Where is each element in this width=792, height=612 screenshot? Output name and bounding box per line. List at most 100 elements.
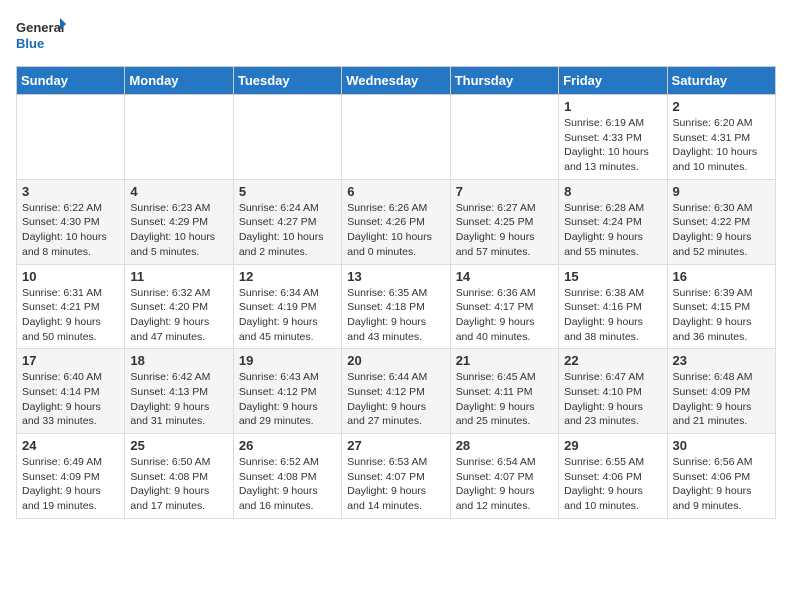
day-number: 23 [673, 353, 770, 368]
weekday-header: Monday [125, 67, 233, 95]
day-number: 26 [239, 438, 336, 453]
weekday-header: Saturday [667, 67, 775, 95]
day-number: 7 [456, 184, 553, 199]
header: GeneralBlue [16, 16, 776, 56]
calendar-week-row: 1 Sunrise: 6:19 AMSunset: 4:33 PMDaylight… [17, 95, 776, 180]
day-number: 11 [130, 269, 227, 284]
day-number: 27 [347, 438, 444, 453]
day-info: Sunrise: 6:35 AMSunset: 4:18 PMDaylight:… [347, 286, 444, 345]
calendar-week-row: 3 Sunrise: 6:22 AMSunset: 4:30 PMDaylight… [17, 179, 776, 264]
calendar-cell: 17Sunrise: 6:40 AMSunset: 4:14 PMDayligh… [17, 349, 125, 434]
logo-icon: GeneralBlue [16, 16, 66, 56]
day-info: Sunrise: 6:40 AMSunset: 4:14 PMDaylight:… [22, 370, 119, 429]
calendar-cell: 12 Sunrise: 6:34 AMSunset: 4:19 PMDayligh… [233, 264, 341, 349]
day-number: 1 [564, 99, 661, 114]
svg-text:General: General [16, 20, 64, 35]
weekday-header: Sunday [17, 67, 125, 95]
calendar-cell: 11 Sunrise: 6:32 AMSunset: 4:20 PMDayligh… [125, 264, 233, 349]
calendar-cell: 6 Sunrise: 6:26 AMSunset: 4:26 PMDaylight… [342, 179, 450, 264]
day-info: Sunrise: 6:22 AMSunset: 4:30 PMDaylight:… [22, 201, 119, 260]
day-info: Sunrise: 6:52 AMSunset: 4:08 PMDaylight:… [239, 455, 336, 514]
day-number: 15 [564, 269, 661, 284]
day-info: Sunrise: 6:24 AMSunset: 4:27 PMDaylight:… [239, 201, 336, 260]
calendar-cell: 30 Sunrise: 6:56 AMSunset: 4:06 PMDayligh… [667, 434, 775, 519]
day-number: 18 [130, 353, 227, 368]
calendar-cell: 26 Sunrise: 6:52 AMSunset: 4:08 PMDayligh… [233, 434, 341, 519]
day-number: 19 [239, 353, 336, 368]
day-info: Sunrise: 6:31 AMSunset: 4:21 PMDaylight:… [22, 286, 119, 345]
day-number: 2 [673, 99, 770, 114]
calendar-cell: 21 Sunrise: 6:45 AMSunset: 4:11 PMDayligh… [450, 349, 558, 434]
day-number: 3 [22, 184, 119, 199]
calendar-cell: 27 Sunrise: 6:53 AMSunset: 4:07 PMDayligh… [342, 434, 450, 519]
day-info: Sunrise: 6:36 AMSunset: 4:17 PMDaylight:… [456, 286, 553, 345]
calendar: SundayMondayTuesdayWednesdayThursdayFrid… [16, 66, 776, 519]
day-info: Sunrise: 6:56 AMSunset: 4:06 PMDaylight:… [673, 455, 770, 514]
weekday-header: Thursday [450, 67, 558, 95]
weekday-header: Wednesday [342, 67, 450, 95]
calendar-cell [450, 95, 558, 180]
calendar-cell: 1 Sunrise: 6:19 AMSunset: 4:33 PMDaylight… [559, 95, 667, 180]
weekday-header: Tuesday [233, 67, 341, 95]
calendar-cell: 2 Sunrise: 6:20 AMSunset: 4:31 PMDaylight… [667, 95, 775, 180]
day-number: 5 [239, 184, 336, 199]
svg-text:Blue: Blue [16, 36, 44, 51]
calendar-cell: 23 Sunrise: 6:48 AMSunset: 4:09 PMDayligh… [667, 349, 775, 434]
calendar-cell: 13 Sunrise: 6:35 AMSunset: 4:18 PMDayligh… [342, 264, 450, 349]
calendar-cell: 28 Sunrise: 6:54 AMSunset: 4:07 PMDayligh… [450, 434, 558, 519]
day-number: 4 [130, 184, 227, 199]
day-number: 21 [456, 353, 553, 368]
day-number: 20 [347, 353, 444, 368]
day-info: Sunrise: 6:30 AMSunset: 4:22 PMDaylight:… [673, 201, 770, 260]
day-number: 25 [130, 438, 227, 453]
day-info: Sunrise: 6:32 AMSunset: 4:20 PMDaylight:… [130, 286, 227, 345]
calendar-cell: 19Sunrise: 6:43 AMSunset: 4:12 PMDayligh… [233, 349, 341, 434]
calendar-cell: 9 Sunrise: 6:30 AMSunset: 4:22 PMDaylight… [667, 179, 775, 264]
calendar-cell: 20 Sunrise: 6:44 AMSunset: 4:12 PMDayligh… [342, 349, 450, 434]
day-info: Sunrise: 6:20 AMSunset: 4:31 PMDaylight:… [673, 116, 770, 175]
day-number: 12 [239, 269, 336, 284]
day-info: Sunrise: 6:26 AMSunset: 4:26 PMDaylight:… [347, 201, 444, 260]
day-number: 8 [564, 184, 661, 199]
day-info: Sunrise: 6:44 AMSunset: 4:12 PMDaylight:… [347, 370, 444, 429]
calendar-cell: 18 Sunrise: 6:42 AMSunset: 4:13 PMDayligh… [125, 349, 233, 434]
day-number: 13 [347, 269, 444, 284]
calendar-cell: 8Sunrise: 6:28 AMSunset: 4:24 PMDaylight… [559, 179, 667, 264]
day-info: Sunrise: 6:53 AMSunset: 4:07 PMDaylight:… [347, 455, 444, 514]
day-info: Sunrise: 6:39 AMSunset: 4:15 PMDaylight:… [673, 286, 770, 345]
day-info: Sunrise: 6:27 AMSunset: 4:25 PMDaylight:… [456, 201, 553, 260]
calendar-header: SundayMondayTuesdayWednesdayThursdayFrid… [17, 67, 776, 95]
day-info: Sunrise: 6:54 AMSunset: 4:07 PMDaylight:… [456, 455, 553, 514]
calendar-cell: 3 Sunrise: 6:22 AMSunset: 4:30 PMDaylight… [17, 179, 125, 264]
day-number: 9 [673, 184, 770, 199]
day-number: 22 [564, 353, 661, 368]
logo: GeneralBlue [16, 16, 66, 56]
day-info: Sunrise: 6:50 AMSunset: 4:08 PMDaylight:… [130, 455, 227, 514]
calendar-cell [125, 95, 233, 180]
day-info: Sunrise: 6:48 AMSunset: 4:09 PMDaylight:… [673, 370, 770, 429]
calendar-cell: 10 Sunrise: 6:31 AMSunset: 4:21 PMDayligh… [17, 264, 125, 349]
calendar-cell: 24Sunrise: 6:49 AMSunset: 4:09 PMDayligh… [17, 434, 125, 519]
day-info: Sunrise: 6:23 AMSunset: 4:29 PMDaylight:… [130, 201, 227, 260]
day-info: Sunrise: 6:42 AMSunset: 4:13 PMDaylight:… [130, 370, 227, 429]
weekday-header: Friday [559, 67, 667, 95]
calendar-cell: 25 Sunrise: 6:50 AMSunset: 4:08 PMDayligh… [125, 434, 233, 519]
day-info: Sunrise: 6:38 AMSunset: 4:16 PMDaylight:… [564, 286, 661, 345]
day-number: 29 [564, 438, 661, 453]
day-number: 30 [673, 438, 770, 453]
day-info: Sunrise: 6:49 AMSunset: 4:09 PMDaylight:… [22, 455, 119, 514]
calendar-cell [17, 95, 125, 180]
day-number: 6 [347, 184, 444, 199]
calendar-cell [233, 95, 341, 180]
day-info: Sunrise: 6:19 AMSunset: 4:33 PMDaylight:… [564, 116, 661, 175]
day-number: 28 [456, 438, 553, 453]
day-number: 14 [456, 269, 553, 284]
day-number: 10 [22, 269, 119, 284]
calendar-body: 1 Sunrise: 6:19 AMSunset: 4:33 PMDaylight… [17, 95, 776, 519]
calendar-week-row: 17Sunrise: 6:40 AMSunset: 4:14 PMDayligh… [17, 349, 776, 434]
day-info: Sunrise: 6:45 AMSunset: 4:11 PMDaylight:… [456, 370, 553, 429]
day-info: Sunrise: 6:47 AMSunset: 4:10 PMDaylight:… [564, 370, 661, 429]
calendar-cell: 29Sunrise: 6:55 AMSunset: 4:06 PMDayligh… [559, 434, 667, 519]
calendar-cell: 22 Sunrise: 6:47 AMSunset: 4:10 PMDayligh… [559, 349, 667, 434]
day-info: Sunrise: 6:34 AMSunset: 4:19 PMDaylight:… [239, 286, 336, 345]
